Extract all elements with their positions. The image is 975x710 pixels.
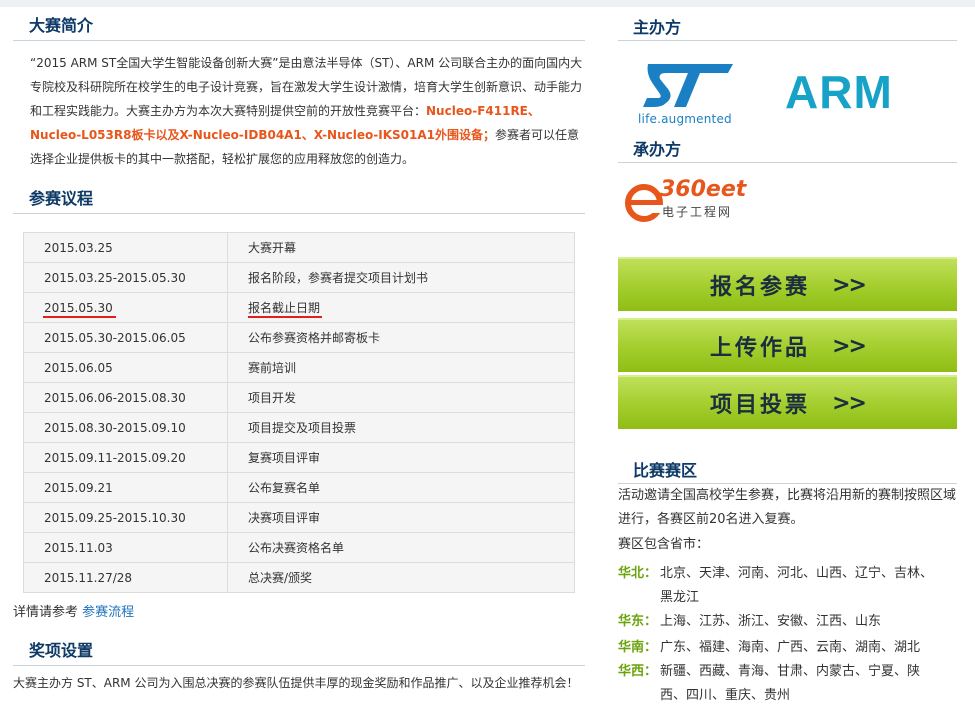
region-list: 新疆、西藏、青海、甘肃、内蒙古、宁夏、陕西、四川、重庆、贵州 bbox=[660, 664, 921, 703]
schedule-event: 大赛开幕 bbox=[227, 232, 575, 263]
schedule-event: 项目提交及项目投票 bbox=[227, 412, 575, 443]
main-content: 大赛简介 “2015 ARM ST全国大学生智能设备创新大赛”是由意法半导体（S… bbox=[13, 7, 585, 171]
region-list: 广东、福建、海南、广西、云南、湖南、湖北 bbox=[660, 640, 921, 655]
schedule-event: 总决赛/颁奖 bbox=[227, 562, 575, 593]
schedule-date: 2015.05.30 bbox=[23, 292, 228, 323]
schedule-section: 参赛议程 bbox=[13, 180, 585, 214]
region-huanan: 华南： 广东、福建、海南、广西、云南、湖南、湖北 bbox=[618, 636, 957, 660]
schedule-event: 报名阶段，参赛者提交项目计划书 bbox=[227, 262, 575, 293]
arm-logo: ARM bbox=[785, 66, 893, 118]
table-row: 2015.03.25 大赛开幕 bbox=[23, 232, 575, 263]
vote-button[interactable]: 项目投票 >> bbox=[618, 375, 957, 429]
table-row: 2015.05.30-2015.06.05 公布参赛资格并邮寄板卡 bbox=[23, 322, 575, 353]
intro-section-header: 大赛简介 bbox=[13, 7, 585, 41]
schedule-date: 2015.06.06-2015.08.30 bbox=[23, 382, 228, 413]
st-logo-icon bbox=[643, 64, 733, 107]
schedule-event: 报名截止日期 bbox=[227, 292, 575, 323]
schedule-table: 2015.03.25 大赛开幕 2015.03.25-2015.05.30 报名阶段，… bbox=[23, 232, 575, 593]
region-name: 华北： bbox=[618, 566, 658, 581]
region-list: 上海、江苏、浙江、安徽、江西、山东 bbox=[660, 614, 882, 629]
schedule-date: 2015.03.25-2015.05.30 bbox=[23, 262, 228, 293]
upload-button-label: 上传作品 bbox=[710, 336, 811, 361]
sidebar: 主办方 life.augmented ARM 承办方 360eet 电子工程网 … bbox=[618, 7, 957, 703]
awards-section-header: 奖项设置 bbox=[13, 630, 585, 666]
region-intro: 活动邀请全国高校学生参赛，比赛将沿用新的赛制按照区域进行，各赛区前20名进入复赛… bbox=[618, 488, 957, 527]
schedule-date: 2015.08.30-2015.09.10 bbox=[23, 412, 228, 443]
table-row: 2015.06.05 赛前培训 bbox=[23, 352, 575, 383]
region-huaxi: 华西： 新疆、西藏、青海、甘肃、内蒙古、宁夏、陕西、四川、重庆、贵州 bbox=[618, 660, 957, 708]
schedule-title: 参赛议程 bbox=[29, 189, 94, 208]
deadline-underline bbox=[248, 316, 322, 318]
intro-title: 大赛简介 bbox=[29, 16, 94, 35]
host-title: 主办方 bbox=[633, 18, 682, 37]
vote-arrow-icon: >> bbox=[832, 390, 867, 416]
schedule-event: 公布参赛资格并邮寄板卡 bbox=[227, 322, 575, 353]
schedule-event: 公布决赛资格名单 bbox=[227, 532, 575, 563]
register-arrow-icon: >> bbox=[832, 272, 867, 298]
table-row: 2015.05.30 报名截止日期 bbox=[23, 292, 575, 323]
eet-logo: 360eet 电子工程网 bbox=[622, 177, 772, 223]
table-row: 2015.08.30-2015.09.10 项目提交及项目投票 bbox=[23, 412, 575, 443]
organizer-section-header: 承办方 bbox=[618, 129, 957, 163]
host-section-header: 主办方 bbox=[618, 7, 957, 41]
register-button-label: 报名参赛 bbox=[710, 275, 811, 300]
vote-button-label: 项目投票 bbox=[710, 393, 811, 418]
schedule-date: 2015.05.30-2015.06.05 bbox=[23, 322, 228, 353]
process-link[interactable]: 参赛流程 bbox=[82, 605, 134, 620]
schedule-event: 决赛项目评审 bbox=[227, 502, 575, 533]
more-prefix: 详情请参考 bbox=[13, 605, 79, 620]
schedule-event: 赛前培训 bbox=[227, 352, 575, 383]
schedule-date: 2015.11.03 bbox=[23, 532, 228, 563]
schedule-date: 2015.11.27/28 bbox=[23, 562, 228, 593]
top-bar bbox=[0, 0, 975, 7]
schedule-date: 2015.09.25-2015.10.30 bbox=[23, 502, 228, 533]
table-row: 2015.09.21 公布复赛名单 bbox=[23, 472, 575, 503]
table-row: 2015.09.25-2015.10.30 决赛项目评审 bbox=[23, 502, 575, 533]
date-underline bbox=[43, 316, 116, 318]
region-name: 华南： bbox=[618, 640, 658, 655]
schedule-date: 2015.03.25 bbox=[23, 232, 228, 263]
region-title: 比赛赛区 bbox=[633, 461, 698, 480]
schedule-date: 2015.09.11-2015.09.20 bbox=[23, 442, 228, 473]
schedule-date: 2015.09.21 bbox=[23, 472, 228, 503]
upload-arrow-icon: >> bbox=[832, 333, 867, 359]
awards-section: 奖项设置 大赛主办方 ST、ARM 公司为入围总决赛的参赛队伍提供丰厚的现金奖励… bbox=[13, 630, 585, 691]
table-row: 2015.11.03 公布决赛资格名单 bbox=[23, 532, 575, 563]
table-row: 2015.03.25-2015.05.30 报名阶段，参赛者提交项目计划书 bbox=[23, 262, 575, 293]
eet-logo-sub: 电子工程网 bbox=[662, 205, 733, 219]
schedule-event: 公布复赛名单 bbox=[227, 472, 575, 503]
table-row: 2015.11.27/28 总决赛/颁奖 bbox=[23, 562, 575, 593]
region-huadong: 华东： 上海、江苏、浙江、安徽、江西、山东 bbox=[618, 610, 957, 634]
schedule-more: 详情请参考 参赛流程 bbox=[13, 601, 134, 620]
upload-button[interactable]: 上传作品 >> bbox=[618, 318, 957, 372]
register-button[interactable]: 报名参赛 >> bbox=[618, 257, 957, 311]
organizer-title: 承办方 bbox=[633, 140, 682, 159]
region-name: 华西： bbox=[618, 664, 658, 679]
schedule-event: 复赛项目评审 bbox=[227, 442, 575, 473]
region-sub: 赛区包含省市： bbox=[618, 537, 710, 552]
schedule-date: 2015.06.05 bbox=[23, 352, 228, 383]
region-list: 北京、天津、河南、河北、山西、辽宁、吉林、黑龙江 bbox=[660, 566, 934, 605]
awards-title: 奖项设置 bbox=[29, 641, 94, 660]
eet-logo-main: 360eet bbox=[660, 177, 747, 202]
table-row: 2015.09.11-2015.09.20 复赛项目评审 bbox=[23, 442, 575, 473]
region-huabei: 华北： 北京、天津、河南、河北、山西、辽宁、吉林、黑龙江 bbox=[618, 562, 957, 610]
st-logo: life.augmented bbox=[638, 59, 738, 129]
region-name: 华东： bbox=[618, 614, 658, 629]
table-row: 2015.06.06-2015.08.30 项目开发 bbox=[23, 382, 575, 413]
schedule-section-header: 参赛议程 bbox=[13, 180, 585, 214]
region-section-header: 比赛赛区 bbox=[618, 450, 957, 484]
schedule-event: 项目开发 bbox=[227, 382, 575, 413]
st-logo-text: life.augmented bbox=[638, 112, 732, 126]
intro-paragraph: “2015 ARM ST全国大学生智能设备创新大赛”是由意法半导体（ST）、AR… bbox=[13, 41, 585, 171]
awards-text: 大赛主办方 ST、ARM 公司为入围总决赛的参赛队伍提供丰厚的现金奖励和作品推广… bbox=[13, 676, 579, 690]
